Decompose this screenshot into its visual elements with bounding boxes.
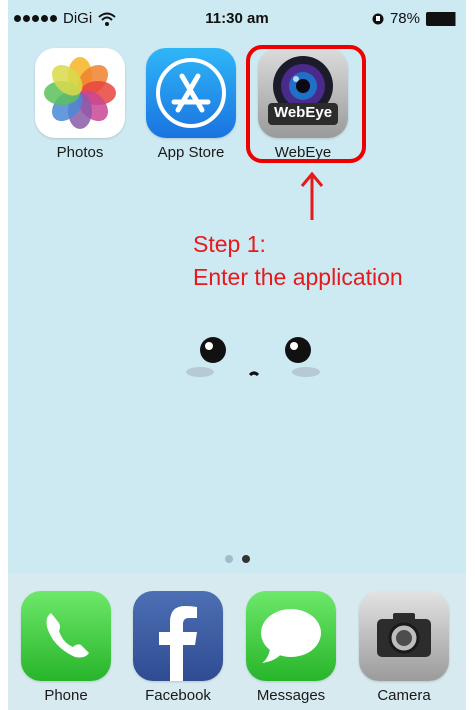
photos-icon <box>35 48 125 138</box>
rotation-lock-icon <box>372 13 384 24</box>
app-facebook[interactable]: Facebook <box>128 591 228 704</box>
battery-percent: 78% <box>389 10 420 27</box>
app-label: Messages <box>256 687 326 704</box>
app-app-store[interactable]: App Store <box>141 48 241 161</box>
page-dot[interactable] <box>224 555 233 563</box>
app-label: Photos <box>56 144 104 161</box>
status-bar: DiGi 11:30 am 78% <box>8 0 466 38</box>
step-instruction: Step 1: Enter the application <box>193 228 403 294</box>
app-store-icon <box>146 48 236 138</box>
up-arrow-icon <box>300 171 324 220</box>
dock: Phone Facebook Messages Camera <box>8 573 466 710</box>
app-photos[interactable]: Photos <box>30 48 130 161</box>
phone-icon <box>21 591 111 681</box>
page-indicator <box>8 555 466 563</box>
battery-icon <box>426 11 464 26</box>
step-title: Step 1: <box>193 231 266 257</box>
highlight-box <box>246 45 366 163</box>
step-description: Enter the application <box>193 264 403 290</box>
home-screen: DiGi 11:30 am 78% Photos App Store WebEy… <box>8 0 466 710</box>
status-right: 78% <box>372 10 464 27</box>
wallpaper-face <box>186 337 320 377</box>
app-label: Camera <box>377 687 431 704</box>
app-label: App Store <box>157 144 225 161</box>
app-messages[interactable]: Messages <box>241 591 341 704</box>
facebook-icon <box>133 591 223 681</box>
app-camera[interactable]: Camera <box>354 591 454 704</box>
app-phone[interactable]: Phone <box>16 591 116 704</box>
page-dot-active[interactable] <box>241 555 250 563</box>
camera-icon <box>359 591 449 681</box>
app-label: Facebook <box>145 687 211 704</box>
app-label: Phone <box>44 687 88 704</box>
messages-icon <box>246 591 336 681</box>
